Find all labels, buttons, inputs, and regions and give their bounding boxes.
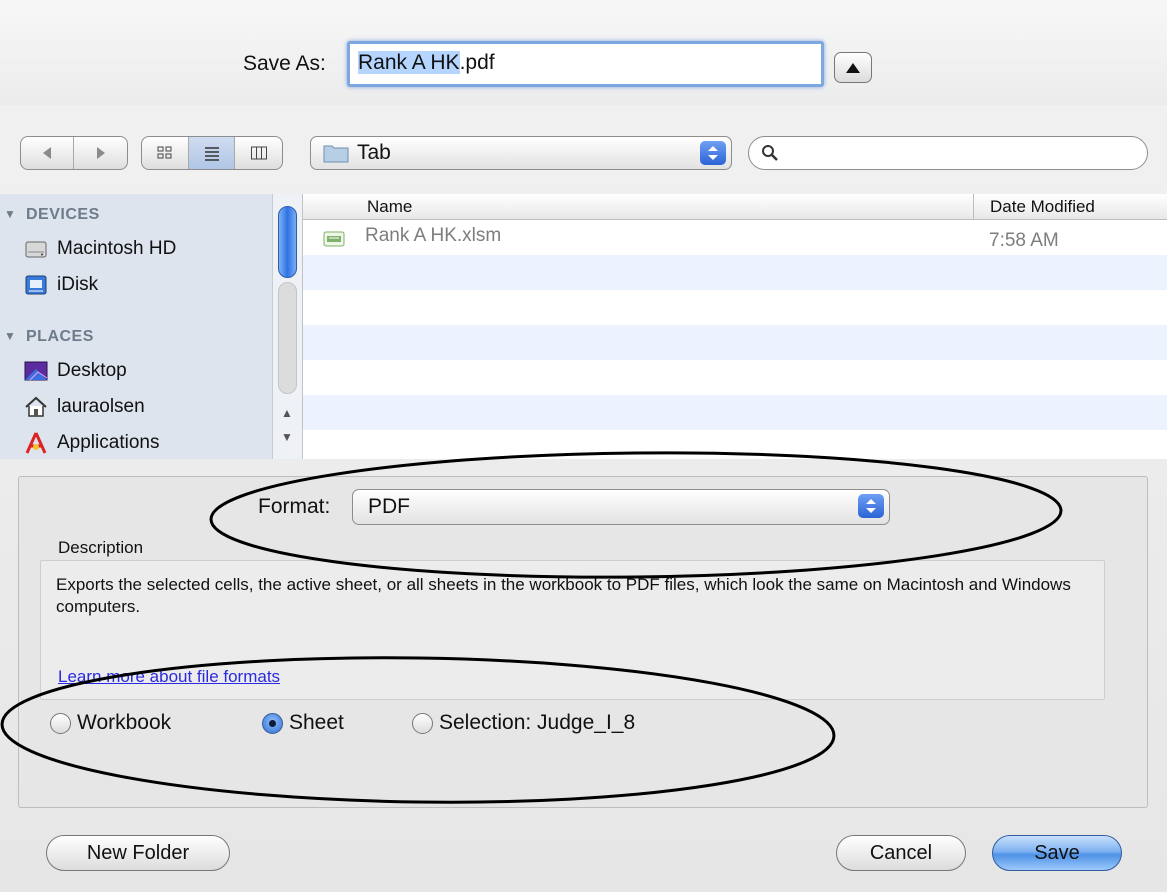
filename-selected-text: Rank A HK bbox=[358, 51, 460, 74]
scrollbar-thumb[interactable] bbox=[278, 206, 297, 278]
idisk-icon bbox=[24, 274, 48, 296]
sidebar-item-applications[interactable]: Applications bbox=[24, 432, 159, 454]
back-button[interactable] bbox=[21, 137, 75, 169]
learn-more-link[interactable]: Learn more about file formats bbox=[58, 667, 280, 687]
sidebar-item-desktop[interactable]: Desktop bbox=[24, 360, 127, 382]
applications-icon bbox=[24, 432, 48, 454]
column-header-name[interactable]: Name bbox=[367, 197, 412, 217]
sidebar-heading-places[interactable]: ▼ PLACES bbox=[4, 328, 94, 346]
radio-sheet[interactable]: Sheet bbox=[262, 711, 344, 735]
filename-extension: .pdf bbox=[459, 51, 495, 74]
file-list: Name Date Modified Rank A HK.xlsm 7:58 A… bbox=[302, 194, 1167, 459]
hard-drive-icon bbox=[24, 238, 48, 260]
radio-selection[interactable]: Selection: Judge_I_8 bbox=[412, 711, 635, 735]
table-row[interactable]: Rank A HK.xlsm 7:58 AM bbox=[303, 220, 1167, 255]
back-arrow-icon bbox=[43, 147, 51, 159]
column-header-date-modified[interactable]: Date Modified bbox=[973, 194, 1167, 220]
search-icon bbox=[762, 145, 778, 161]
column-view-icon bbox=[250, 146, 267, 160]
view-mode-control bbox=[141, 136, 283, 170]
sidebar-heading-devices[interactable]: ▼ DEVICES bbox=[4, 206, 100, 224]
collapse-dialog-button[interactable] bbox=[834, 52, 872, 83]
sidebar-item-idisk[interactable]: iDisk bbox=[24, 274, 98, 296]
grid-view-icon bbox=[157, 146, 172, 159]
filename-field[interactable]: Rank A HK.pdf bbox=[347, 41, 824, 87]
home-icon bbox=[24, 396, 48, 418]
list-view-button[interactable] bbox=[188, 137, 236, 169]
list-row-empty bbox=[303, 325, 1167, 360]
column-view-button[interactable] bbox=[235, 137, 282, 169]
folder-icon bbox=[323, 145, 349, 163]
disclosure-triangle-icon: ▼ bbox=[4, 207, 17, 221]
list-row-empty bbox=[303, 255, 1167, 290]
search-field[interactable] bbox=[748, 136, 1148, 170]
format-value: PDF bbox=[368, 495, 410, 518]
save-sheet: Save As: Rank A HK.pdf Tab ▼ DEVICES Mac… bbox=[0, 0, 1167, 892]
save-as-label: Save As: bbox=[243, 52, 326, 75]
list-view-icon bbox=[204, 147, 219, 161]
scrollbar-track bbox=[278, 282, 297, 394]
desktop-icon bbox=[24, 360, 48, 382]
search-input[interactable] bbox=[785, 143, 1125, 163]
description-text: Exports the selected cells, the active s… bbox=[56, 575, 1071, 616]
disclosure-triangle-icon: ▼ bbox=[4, 329, 17, 343]
file-name: Rank A HK.xlsm bbox=[365, 225, 502, 246]
cancel-button[interactable]: Cancel bbox=[836, 835, 966, 871]
sidebar-item-home[interactable]: lauraolsen bbox=[24, 396, 145, 418]
popup-arrows-icon bbox=[700, 141, 726, 165]
location-popup[interactable]: Tab bbox=[310, 136, 732, 170]
scroll-up-arrow-icon[interactable]: ▲ bbox=[281, 406, 293, 420]
radio-button-icon bbox=[412, 712, 433, 734]
forward-arrow-icon bbox=[96, 147, 105, 159]
radio-button-icon bbox=[50, 712, 71, 734]
forward-button[interactable] bbox=[74, 137, 127, 169]
format-popup[interactable]: PDF bbox=[352, 489, 890, 525]
list-row-empty bbox=[303, 290, 1167, 325]
description-label: Description bbox=[58, 538, 144, 557]
save-button[interactable]: Save bbox=[992, 835, 1122, 871]
format-label: Format: bbox=[258, 495, 331, 518]
triangle-up-icon bbox=[846, 62, 860, 73]
list-row-empty bbox=[303, 395, 1167, 430]
file-list-header: Name Date Modified bbox=[303, 194, 1167, 220]
scroll-down-arrow-icon[interactable]: ▼ bbox=[281, 430, 293, 444]
list-row-empty bbox=[303, 360, 1167, 395]
icon-view-button[interactable] bbox=[142, 137, 189, 169]
sidebar-item-macintosh-hd[interactable]: Macintosh HD bbox=[24, 238, 176, 260]
sidebar-scrollbar[interactable]: ▲ ▼ bbox=[272, 194, 302, 459]
popup-arrows-icon bbox=[858, 494, 884, 518]
back-forward-control bbox=[20, 136, 128, 170]
file-date: 7:58 AM bbox=[989, 230, 1059, 251]
excel-file-icon bbox=[323, 231, 345, 247]
new-folder-button[interactable]: New Folder bbox=[46, 835, 230, 871]
radio-button-selected-icon bbox=[262, 712, 283, 734]
location-value: Tab bbox=[357, 141, 391, 164]
radio-workbook[interactable]: Workbook bbox=[50, 711, 171, 735]
sidebar: ▼ DEVICES Macintosh HD iDisk ▼ PLACES De… bbox=[0, 194, 272, 459]
